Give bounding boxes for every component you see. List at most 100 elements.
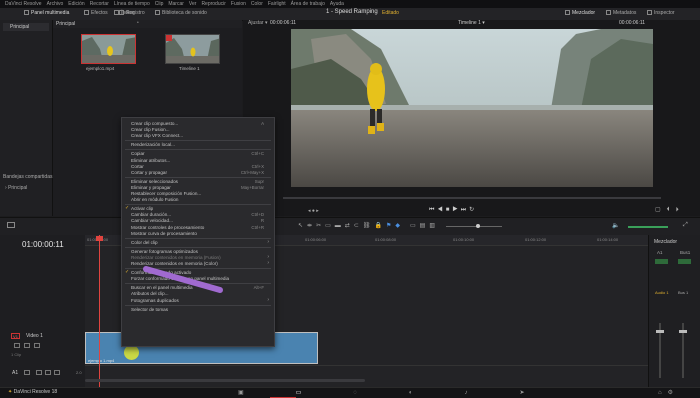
context-menu-item[interactable]: Eliminar atributos... — [131, 158, 170, 163]
home-icon[interactable]: ⌂ — [658, 390, 668, 396]
flag-icon[interactable]: ⚑ — [386, 223, 395, 229]
marker-icon[interactable]: ◆ — [395, 223, 404, 229]
play-icon[interactable]: ▶ — [452, 207, 460, 213]
viewer-right-controls[interactable]: ▢⏴⏵ — [655, 206, 685, 214]
context-menu-item[interactable]: Cortar y propagar — [131, 170, 167, 175]
mixer-toggle[interactable]: Mezclador — [565, 10, 595, 16]
auto-select-icon[interactable] — [24, 343, 30, 348]
timeline-thumbnail[interactable] — [165, 34, 220, 64]
media-clip-thumbnail[interactable] — [81, 34, 136, 64]
fader-a1-handle[interactable] — [656, 330, 664, 333]
fusion-page-icon[interactable]: ◌ — [353, 390, 409, 396]
position-lock-icon[interactable]: 🔒 — [374, 223, 385, 229]
shared-bin-main[interactable]: › Principal — [5, 185, 27, 191]
prev-edit-icon[interactable]: ⏴ — [667, 207, 676, 213]
context-menu-item[interactable]: Fotogramas duplicados — [131, 298, 179, 303]
replace-icon[interactable]: ⇄ — [345, 223, 354, 229]
inspector-toggle[interactable]: Inspector — [647, 10, 675, 16]
context-menu-item[interactable]: Cambiar duración... — [131, 212, 171, 217]
match-frame-icon[interactable]: ▢ — [655, 207, 667, 213]
video-track-id[interactable]: V1 — [11, 333, 20, 339]
audio-level-slider[interactable] — [628, 226, 668, 228]
transport-controls[interactable]: ⏮◀■▶⏭↻ — [429, 206, 477, 214]
overwrite-icon[interactable]: ▬ — [335, 223, 345, 229]
next-edit-icon[interactable]: ⏵ — [676, 207, 685, 213]
menu-item[interactable]: Área de trabajo — [291, 1, 325, 7]
menu-item[interactable]: Fusion — [231, 1, 246, 7]
bin-main[interactable]: Principal — [3, 23, 49, 31]
edit-index-toggle[interactable]: Registro — [119, 10, 145, 16]
fairlight-page-icon[interactable]: ♪ — [465, 390, 520, 396]
playhead-handle[interactable] — [96, 236, 103, 241]
trim-tool-icon[interactable]: ⇹ — [307, 223, 316, 229]
fader-bus1-handle[interactable] — [679, 330, 687, 333]
channel-input-button[interactable] — [655, 259, 668, 264]
context-menu-item[interactable]: Abrir en módulo Fusion — [131, 197, 179, 202]
context-menu-item[interactable]: Mostrar curva de procesamiento — [131, 231, 197, 236]
sound-library-toggle[interactable]: Biblioteca de sonido — [155, 10, 207, 16]
mute-icon[interactable] — [45, 370, 51, 375]
media-pool-toggle[interactable]: Panel multimedia — [24, 10, 69, 16]
reverse-icon[interactable]: ◀ — [437, 207, 445, 213]
viewer-scrubber[interactable] — [283, 197, 661, 199]
context-menu-item[interactable]: Activar clip — [131, 206, 153, 211]
context-menu-item[interactable]: Renderización local... — [131, 142, 175, 147]
menu-item[interactable]: Marcar — [168, 1, 184, 7]
context-menu-item[interactable]: Cambiar velocidad... — [131, 218, 173, 223]
edit-page-icon[interactable]: ▭ — [296, 390, 354, 396]
menu-item[interactable]: Recortar — [90, 1, 109, 7]
deliver-page-icon[interactable]: ➤ — [520, 390, 577, 396]
menu-item[interactable]: Color — [251, 1, 263, 7]
solo-icon[interactable] — [36, 370, 42, 375]
snap-icon[interactable]: ⊂ — [354, 223, 363, 229]
menu-item[interactable]: Ayuda — [330, 1, 344, 7]
context-menu-item[interactable]: Cortar — [131, 164, 144, 169]
timeline-name-selector[interactable]: Timeline 1 ▾ — [458, 20, 485, 26]
playhead[interactable] — [99, 235, 100, 387]
disable-track-icon[interactable] — [34, 343, 40, 348]
context-menu-item[interactable]: Eliminar y propagar — [131, 185, 171, 190]
context-menu-item[interactable]: Color del clip — [131, 240, 158, 245]
metadata-toggle[interactable]: Metadatos — [606, 10, 636, 16]
zoom-selector[interactable]: Ajustar ▾ — [248, 20, 267, 26]
fullscreen-icon[interactable]: ⤢ — [683, 222, 688, 229]
zoom-full-icon[interactable]: ▭ — [410, 223, 420, 229]
zoom-custom-icon[interactable]: ▥ — [429, 223, 439, 229]
jump-end-icon[interactable]: ⏭ — [461, 207, 469, 213]
loop-icon[interactable]: ↻ — [469, 207, 477, 213]
zoom-detail-icon[interactable]: ▤ — [420, 223, 430, 229]
speaker-icon[interactable]: 🔈 — [612, 222, 619, 229]
color-page-icon[interactable]: ◐ — [409, 390, 465, 396]
bus-input-button[interactable] — [678, 259, 691, 264]
menu-item[interactable]: Fairlight — [268, 1, 286, 7]
menu-item[interactable]: Archivo — [47, 1, 64, 7]
zoom-slider[interactable] — [446, 226, 502, 227]
insert-icon[interactable]: ▭ — [325, 223, 335, 229]
lock-track-icon[interactable] — [14, 343, 20, 348]
context-menu-item[interactable]: Mostrar controles de procesamiento — [131, 225, 204, 230]
menu-item[interactable]: Ver — [189, 1, 197, 7]
timeline-scrollbar[interactable] — [85, 379, 365, 382]
audio-track-id[interactable]: A1 — [12, 370, 18, 376]
effects-toggle[interactable]: Efectos — [84, 10, 108, 16]
context-menu-item[interactable]: Selector de tomas — [131, 307, 168, 312]
audio-lock-icon[interactable] — [24, 370, 30, 375]
zoom-slider-handle[interactable] — [476, 224, 480, 228]
menu-item[interactable]: Edición — [68, 1, 84, 7]
context-menu-item[interactable]: Restablecer composición Fusion... — [131, 191, 201, 196]
context-menu-item[interactable]: Generar fotogramas optimizados — [131, 249, 198, 254]
menu-item[interactable]: Línea de tiempo — [114, 1, 150, 7]
blade-tool-icon[interactable]: ✂ — [316, 223, 325, 229]
selection-tool-icon[interactable]: ↖ — [298, 223, 307, 229]
context-menu-item[interactable]: Renderizar contenidos en memoria (Fusion… — [131, 255, 221, 260]
track-auto-icon[interactable] — [54, 370, 60, 375]
timeline-view-options-icon[interactable] — [7, 222, 15, 228]
context-menu-item[interactable]: Eliminar seleccionados — [131, 179, 178, 184]
link-icon[interactable]: ⛓ — [363, 223, 375, 229]
context-menu-item[interactable]: Copiar — [131, 151, 145, 156]
context-menu-item[interactable]: Crear clip Fusion... — [131, 127, 170, 132]
context-menu-item[interactable]: Crear clip compuesto... — [131, 121, 178, 126]
viewer-options-icon[interactable]: ◂ ● ▸ — [308, 208, 319, 214]
menu-item[interactable]: Clip — [155, 1, 164, 7]
menu-item[interactable]: Reproducir — [201, 1, 225, 7]
